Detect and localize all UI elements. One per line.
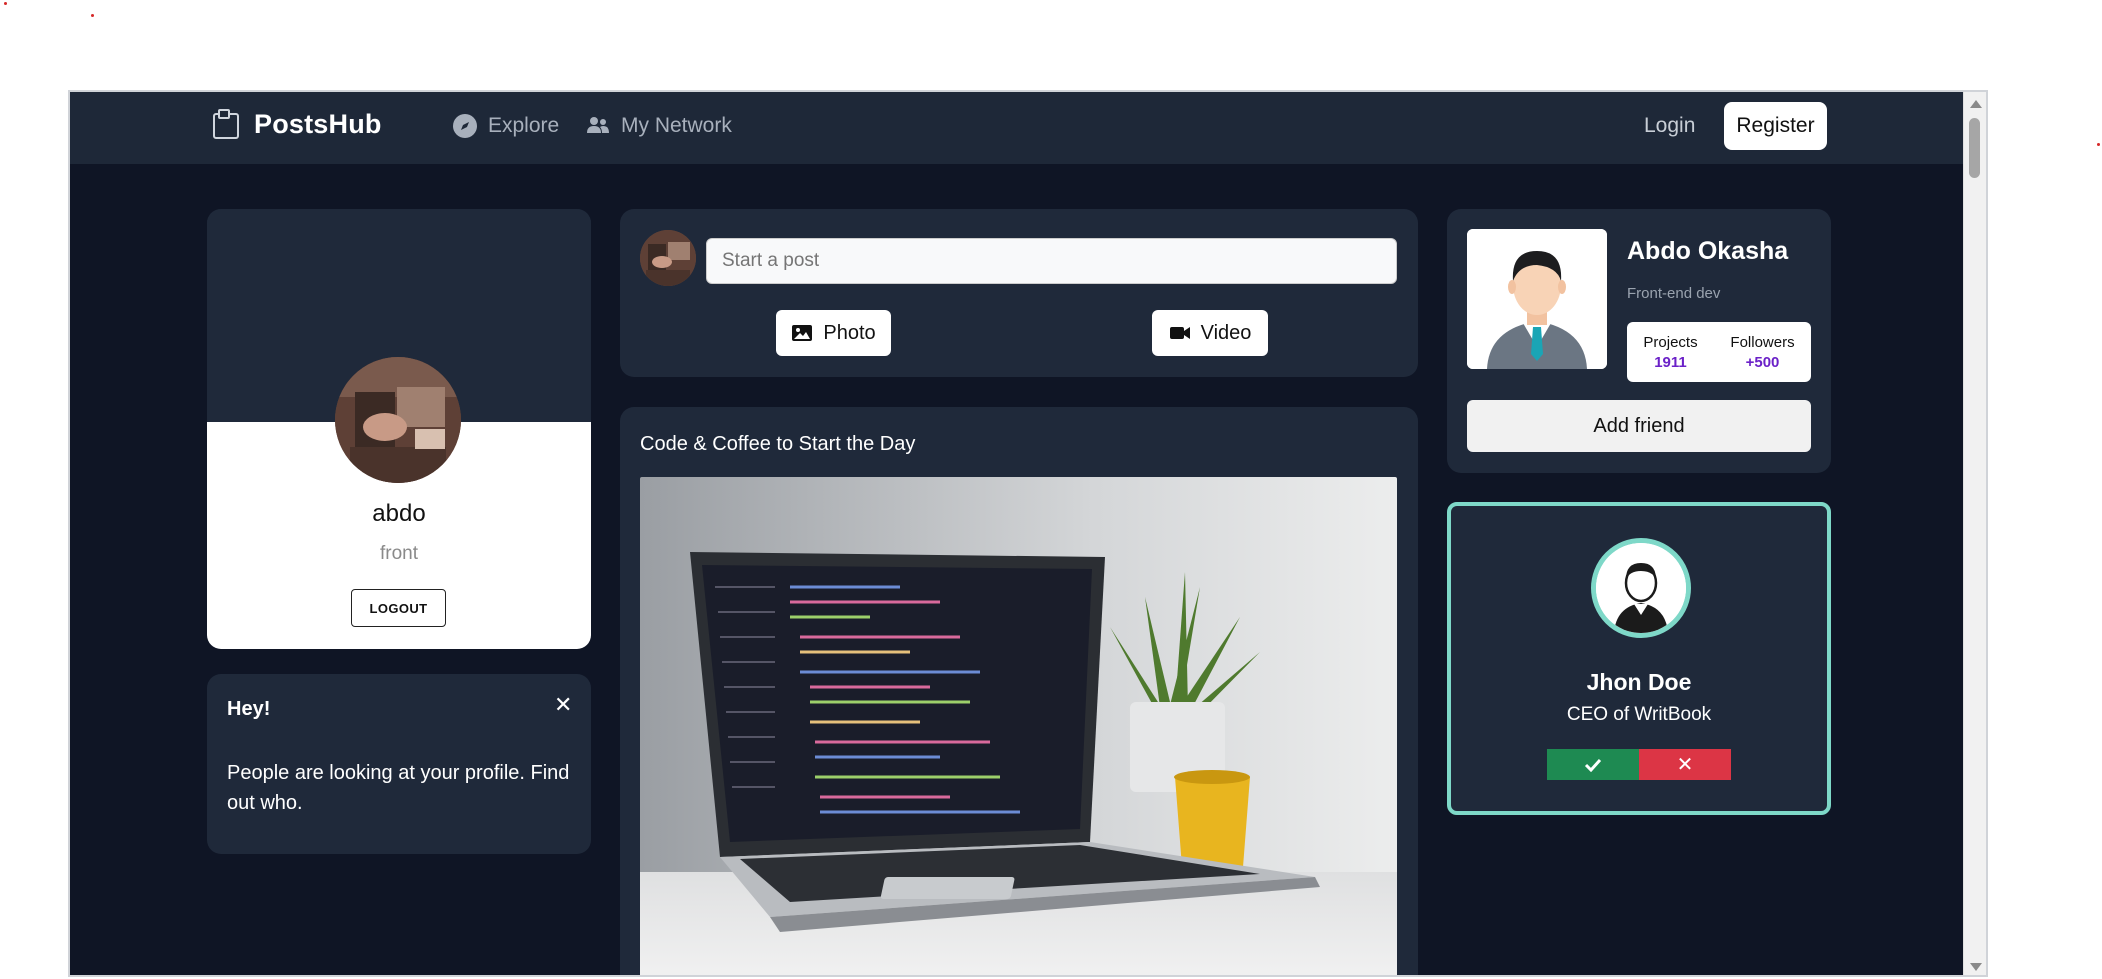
stat-value: +500 — [1745, 353, 1780, 371]
person-avatar-icon — [1596, 543, 1686, 633]
stray-dot — [2097, 143, 2100, 146]
add-friend-button[interactable]: Add friend — [1467, 400, 1811, 452]
profile-role: front — [379, 543, 419, 564]
clipboard-icon — [213, 109, 239, 139]
scrollbar-thumb[interactable] — [1969, 118, 1980, 178]
composer-avatar-photo — [640, 230, 696, 286]
notice-text: People are looking at your profile. Find… — [227, 762, 570, 814]
video-label: Video — [1200, 321, 1252, 344]
profile-avatar[interactable] — [335, 357, 461, 483]
friend-request-role: CEO of WritBook — [1566, 704, 1712, 725]
suggested-profile-title: Front-end dev — [1627, 285, 1721, 302]
nav-explore-label: Explore — [488, 114, 560, 137]
photo-label: Photo — [823, 321, 876, 344]
stat-label: Followers — [1730, 333, 1795, 351]
register-button[interactable]: Register — [1724, 102, 1827, 150]
friend-request-name: Jhon Doe — [1586, 669, 1692, 695]
stray-dot — [4, 2, 7, 5]
composer-avatar[interactable] — [640, 230, 696, 286]
post-title: Code & Coffee to Start the Day — [640, 433, 916, 455]
stat-projects: Projects 1911 — [1643, 334, 1697, 371]
businessman-avatar — [1467, 229, 1607, 369]
reject-request-button[interactable]: ✕ — [1639, 749, 1731, 780]
photo-button[interactable]: Photo — [776, 310, 891, 356]
users-icon — [587, 117, 609, 133]
login-link[interactable]: Login — [1644, 114, 1695, 138]
post-card: Code & Coffee to Start the Day — [620, 407, 1418, 975]
page-viewport: PostsHub Explore My Network Login Regist… — [70, 92, 1965, 975]
friend-request-card: Jhon Doe CEO of WritBook ✕ — [1447, 502, 1831, 815]
nav-my-network-label: My Network — [621, 114, 732, 137]
suggested-profile-name: Abdo Okasha — [1627, 237, 1789, 265]
stat-label: Projects — [1643, 333, 1698, 351]
friend-request-avatar[interactable] — [1591, 538, 1691, 638]
stat-followers: Followers +500 — [1730, 334, 1794, 371]
browser-viewport-frame: PostsHub Explore My Network Login Regist… — [68, 90, 1988, 977]
start-post-input[interactable] — [706, 238, 1397, 284]
profile-card: abdo front LOGOUT — [207, 209, 591, 649]
profile-photo — [335, 357, 461, 483]
video-camera-icon — [1169, 327, 1190, 339]
profile-name: abdo — [372, 500, 426, 527]
notice-title: Hey! — [227, 698, 271, 720]
post-composer: Photo Video — [620, 209, 1418, 377]
close-icon: ✕ — [1676, 754, 1694, 776]
suggested-profile-avatar[interactable] — [1467, 229, 1607, 369]
brand[interactable]: PostsHub — [210, 108, 382, 140]
nav-explore[interactable]: Explore — [452, 113, 559, 139]
post-image[interactable] — [640, 477, 1397, 975]
compass-icon — [453, 114, 477, 138]
notice-card: Hey! ✕ People are looking at your profil… — [207, 674, 591, 854]
accept-request-button[interactable] — [1547, 749, 1639, 780]
laptop-coffee-photo — [640, 477, 1397, 975]
top-navbar: PostsHub Explore My Network Login Regist… — [70, 92, 1965, 164]
scroll-up-arrow-icon[interactable] — [1970, 100, 1982, 108]
profile-stats: Projects 1911 Followers +500 — [1627, 322, 1811, 382]
vertical-scrollbar[interactable] — [1963, 92, 1986, 975]
scroll-down-arrow-icon[interactable] — [1970, 963, 1982, 971]
nav-my-network[interactable]: My Network — [585, 113, 732, 139]
image-icon — [792, 325, 813, 341]
close-icon[interactable]: ✕ — [554, 692, 572, 718]
brand-name: PostsHub — [254, 108, 382, 139]
check-icon — [1584, 758, 1602, 772]
stray-dot — [91, 14, 94, 17]
logout-button[interactable]: LOGOUT — [351, 589, 446, 627]
stat-value: 1911 — [1654, 353, 1687, 371]
video-button[interactable]: Video — [1152, 310, 1268, 356]
suggested-profile-card: Abdo Okasha Front-end dev Projects 1911 … — [1447, 209, 1831, 473]
